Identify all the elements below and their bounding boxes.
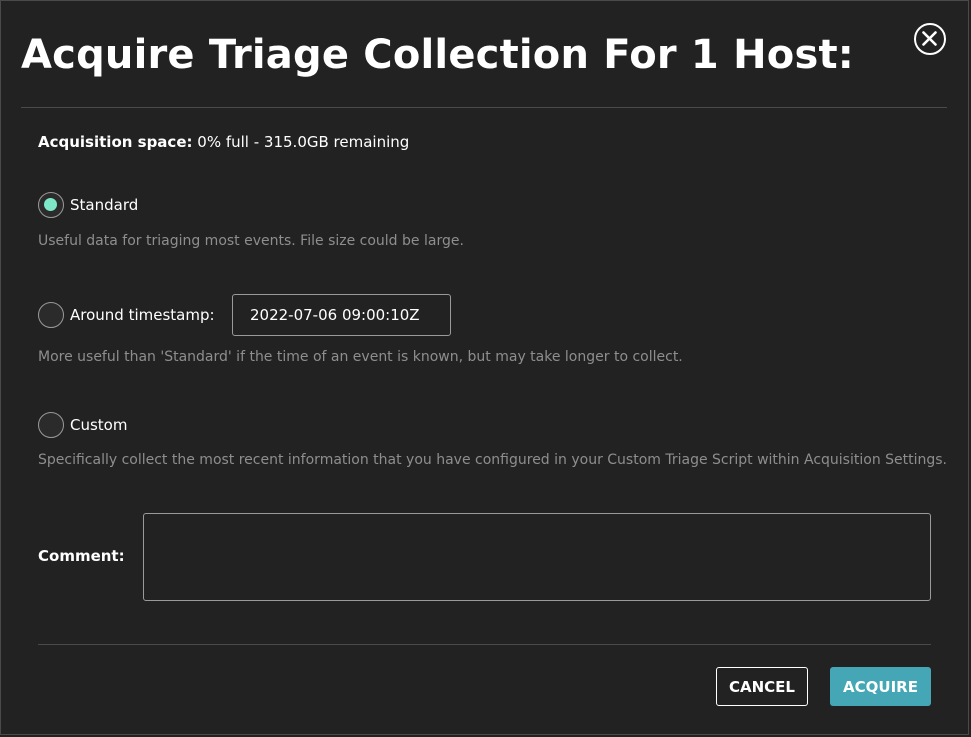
close-icon [922,31,937,46]
dialog-title: Acquire Triage Collection For 1 Host: [21,32,854,78]
acquisition-space-value: 0% full - 315.0GB remaining [197,133,410,151]
custom-description: Specifically collect the most recent inf… [38,452,948,468]
around-timestamp-description: More useful than 'Standard' if the time … [38,349,683,365]
comment-label: Comment: [38,547,125,565]
custom-radio[interactable] [38,412,64,438]
standard-radio[interactable] [38,192,64,218]
footer-divider [38,644,931,645]
option-around-timestamp[interactable]: Around timestamp: [38,302,215,328]
custom-label: Custom [70,416,128,434]
header-divider [21,107,947,108]
option-standard[interactable]: Standard [38,192,138,218]
close-button[interactable] [914,23,946,55]
acquisition-space-label: Acquisition space: [38,133,193,151]
comment-field[interactable] [143,513,931,601]
acquire-triage-dialog: Acquire Triage Collection For 1 Host: Ac… [0,0,969,735]
acquire-button[interactable]: ACQUIRE [830,667,931,706]
around-timestamp-radio[interactable] [38,302,64,328]
acquisition-space-info: Acquisition space: 0% full - 315.0GB rem… [38,132,409,152]
cancel-button[interactable]: CANCEL [716,667,808,706]
standard-label: Standard [70,196,139,214]
around-timestamp-label: Around timestamp: [70,306,215,324]
standard-description: Useful data for triaging most events. Fi… [38,233,464,249]
timestamp-input[interactable] [232,294,451,336]
option-custom[interactable]: Custom [38,412,127,438]
